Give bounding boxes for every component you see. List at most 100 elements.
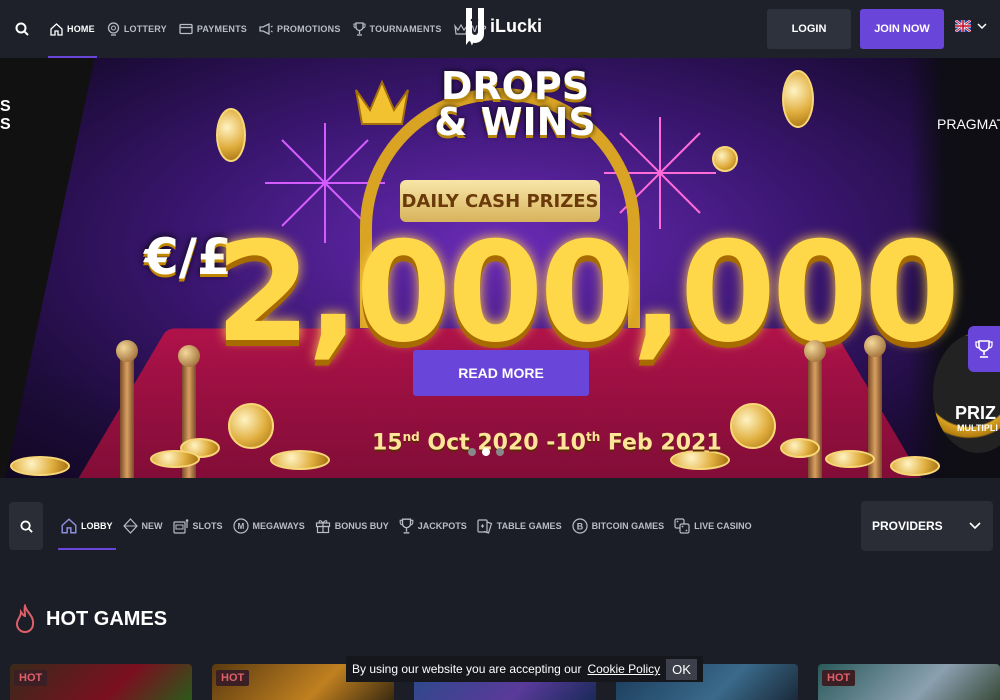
svg-text:B: B <box>576 522 583 532</box>
hot-badge: HOT <box>822 670 855 686</box>
banner-dates: 15nd Oct 2020 -10th Feb 2021 <box>372 430 722 455</box>
carousel-dots <box>468 448 504 456</box>
svg-text:M: M <box>237 522 244 531</box>
chevron-down-icon <box>977 23 987 29</box>
nav-item-tournaments[interactable]: TOURNAMENTS <box>347 0 448 58</box>
prize-text: PRIZ <box>955 403 996 424</box>
category-new[interactable]: NEW <box>118 502 168 550</box>
providers-dropdown[interactable]: PROVIDERS <box>861 501 993 551</box>
gold-coin <box>890 456 940 476</box>
lottery-ball-icon <box>107 22 120 36</box>
promo-banner[interactable]: SS PRAGMATI DROPS& WINS DAILY CASH PRIZE… <box>0 58 1000 478</box>
gold-coin <box>270 450 330 470</box>
rope-pole-top <box>804 340 826 362</box>
previous-slide-text: SS <box>0 98 11 134</box>
brand-logo[interactable]: iLucki <box>463 6 542 46</box>
category-label: LOBBY <box>81 521 113 531</box>
carousel-dot-active[interactable] <box>482 448 490 456</box>
chevron-down-icon <box>969 522 981 530</box>
trophy-icon <box>399 518 414 534</box>
prize-subtext: MULTIPLI <box>957 423 998 433</box>
nav-item-payments[interactable]: PAYMENTS <box>173 0 253 58</box>
category-table-games[interactable]: TABLE GAMES <box>472 502 567 550</box>
rope-pole-left <box>120 358 134 478</box>
carousel-dot[interactable] <box>496 448 504 456</box>
gold-coin <box>150 450 200 468</box>
category-label: NEW <box>142 521 163 531</box>
brand-name: iLucki <box>490 16 542 37</box>
tournament-side-tab[interactable] <box>968 326 1000 372</box>
category-slots[interactable]: SLOTS <box>168 502 228 550</box>
bitcoin-icon: B <box>572 518 588 534</box>
login-button[interactable]: LOGIN <box>767 9 851 49</box>
gold-coin <box>782 70 814 128</box>
game-search-button[interactable] <box>9 502 43 550</box>
nav-label: TOURNAMENTS <box>370 24 442 34</box>
trophy-icon <box>353 22 366 36</box>
diamond-icon <box>123 518 138 534</box>
gold-coin <box>216 108 246 162</box>
nav-item-home[interactable]: HOME <box>44 0 101 58</box>
gold-coin <box>825 450 875 468</box>
category-lobby[interactable]: LOBBY <box>56 502 118 550</box>
category-label: SLOTS <box>193 521 223 531</box>
nav-label: HOME <box>67 24 95 34</box>
category-megaways[interactable]: M MEGAWAYS <box>228 502 310 550</box>
logo-mark-icon <box>463 6 487 46</box>
nav-item-lottery[interactable]: LOTTERY <box>101 0 173 58</box>
cookie-policy-link[interactable]: Cookie Policy <box>587 662 660 676</box>
megaphone-icon <box>259 23 273 35</box>
flame-icon <box>14 604 36 634</box>
rope-pole-top <box>116 340 138 362</box>
rope-pole-top <box>178 345 200 367</box>
cards-icon <box>477 518 493 534</box>
rope-pole-top <box>864 335 886 357</box>
previous-slide-peek <box>0 58 95 478</box>
megaways-icon: M <box>233 518 249 534</box>
join-now-button[interactable]: JOIN NOW <box>860 9 944 49</box>
crown-icon <box>352 78 412 128</box>
nav-label: PAYMENTS <box>197 24 247 34</box>
gold-coin <box>730 403 776 449</box>
category-bonus-buy[interactable]: BONUS BUY <box>310 502 394 550</box>
next-slide-text: PRAGMATI <box>937 116 1000 132</box>
category-label: LIVE CASINO <box>694 521 752 531</box>
top-navigation: HOME LOTTERY PAYMENTS PROMOTIONS TOURNAM… <box>0 0 1000 58</box>
nav-item-promotions[interactable]: PROMOTIONS <box>253 0 347 58</box>
wallet-icon <box>179 23 193 35</box>
banner-headline: DROPS & WINS <box>430 68 600 140</box>
main-nav: HOME LOTTERY PAYMENTS PROMOTIONS TOURNAM… <box>44 0 493 58</box>
category-label: JACKPOTS <box>418 521 467 531</box>
language-selector[interactable] <box>955 20 987 32</box>
category-label: BITCOIN GAMES <box>592 521 665 531</box>
category-bar: LOBBY NEW SLOTS M MEGAWAYS BONUS BUY JAC… <box>0 478 1000 578</box>
carousel-dot[interactable] <box>468 448 476 456</box>
page: HOME LOTTERY PAYMENTS PROMOTIONS TOURNAM… <box>0 0 1000 700</box>
gift-icon <box>315 518 331 534</box>
hot-games-title: HOT GAMES <box>46 608 167 631</box>
hot-games-header: HOT GAMES <box>14 604 167 634</box>
category-bitcoin-games[interactable]: B BITCOIN GAMES <box>567 502 670 550</box>
search-button[interactable] <box>0 0 44 58</box>
nav-label: LOTTERY <box>124 24 167 34</box>
rope-pole-right <box>808 358 822 478</box>
trophy-icon <box>975 339 993 359</box>
game-card[interactable]: HOT <box>10 664 192 700</box>
category-jackpots[interactable]: JACKPOTS <box>394 502 472 550</box>
read-more-button[interactable]: READ MORE <box>413 350 589 396</box>
cookie-text: By using our website you are accepting o… <box>352 662 581 676</box>
search-icon <box>15 22 29 36</box>
category-label: TABLE GAMES <box>497 521 562 531</box>
category-live-casino[interactable]: LIVE CASINO <box>669 502 757 550</box>
cookie-ok-button[interactable]: OK <box>666 659 697 680</box>
category-label: BONUS BUY <box>335 521 389 531</box>
nav-label: PROMOTIONS <box>277 24 341 34</box>
home-icon <box>50 23 63 36</box>
hot-badge: HOT <box>14 670 47 686</box>
category-tabs: LOBBY NEW SLOTS M MEGAWAYS BONUS BUY JAC… <box>56 502 757 550</box>
hot-badge: HOT <box>216 670 249 686</box>
home-icon <box>61 518 77 534</box>
dice-icon <box>674 518 690 534</box>
category-label: MEGAWAYS <box>253 521 305 531</box>
game-card[interactable]: HOT <box>818 664 1000 700</box>
